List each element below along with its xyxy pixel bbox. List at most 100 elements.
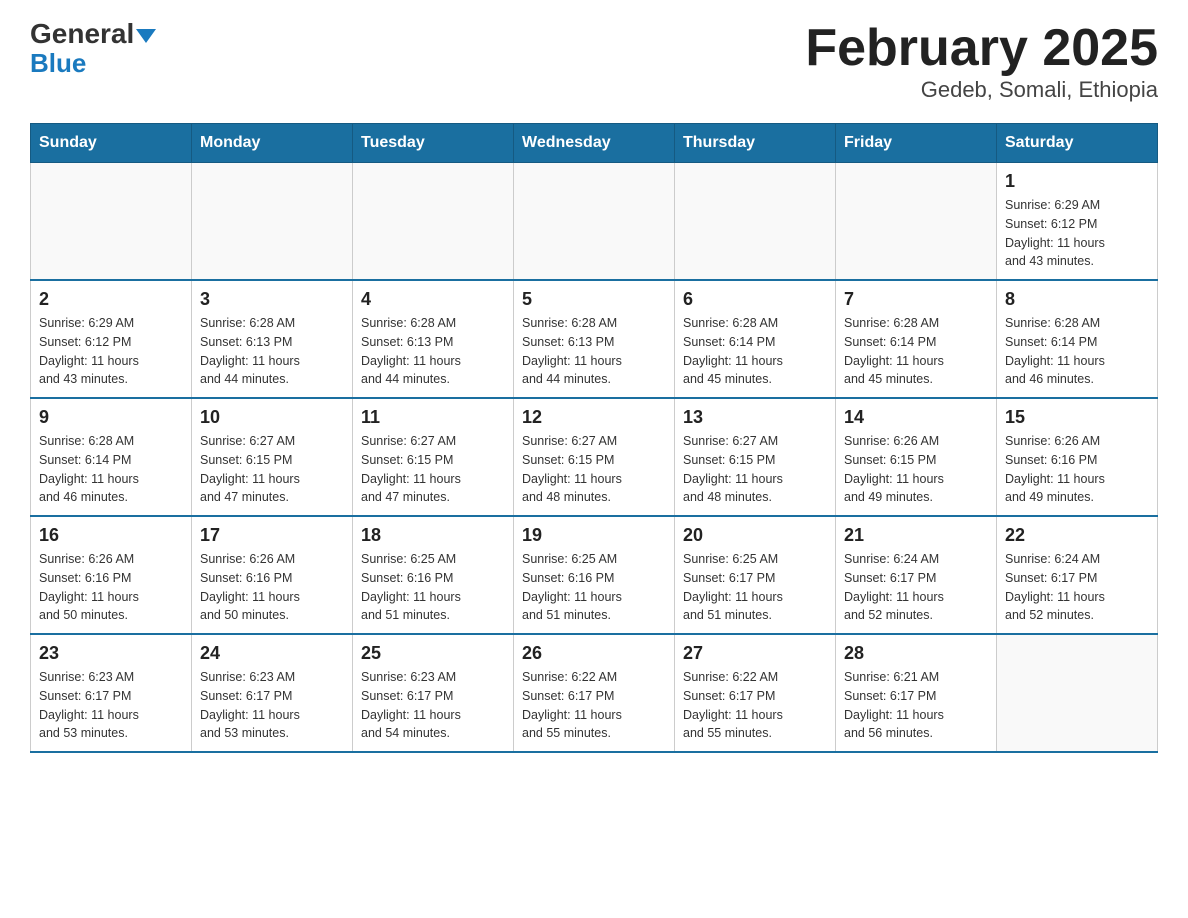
calendar-title: February 2025: [805, 20, 1158, 77]
day-info: Sunrise: 6:26 AMSunset: 6:16 PMDaylight:…: [200, 550, 344, 625]
calendar-cell: [836, 163, 997, 281]
day-number: 25: [361, 643, 505, 664]
day-number: 12: [522, 407, 666, 428]
day-number: 21: [844, 525, 988, 546]
calendar-cell: 16Sunrise: 6:26 AMSunset: 6:16 PMDayligh…: [31, 516, 192, 634]
calendar-cell: 1 Sunrise: 6:29 AMSunset: 6:12 PMDaylight…: [997, 163, 1158, 281]
col-sunday: Sunday: [31, 124, 192, 163]
day-number: 17: [200, 525, 344, 546]
calendar-cell: [31, 163, 192, 281]
col-friday: Friday: [836, 124, 997, 163]
calendar-cell: 5 Sunrise: 6:28 AMSunset: 6:13 PMDaylight…: [514, 280, 675, 398]
day-info: Sunrise: 6:22 AMSunset: 6:17 PMDaylight:…: [683, 668, 827, 743]
calendar-cell: 15Sunrise: 6:26 AMSunset: 6:16 PMDayligh…: [997, 398, 1158, 516]
calendar-cell: 10Sunrise: 6:27 AMSunset: 6:15 PMDayligh…: [192, 398, 353, 516]
day-info: Sunrise: 6:28 AMSunset: 6:13 PMDaylight:…: [200, 314, 344, 389]
day-info: Sunrise: 6:21 AMSunset: 6:17 PMDaylight:…: [844, 668, 988, 743]
day-info: Sunrise: 6:27 AMSunset: 6:15 PMDaylight:…: [683, 432, 827, 507]
day-number: 6: [683, 289, 827, 310]
logo-blue-text: Blue: [30, 48, 86, 78]
day-info: Sunrise: 6:29 AMSunset: 6:12 PMDaylight:…: [1005, 196, 1149, 271]
calendar-cell: 18 Sunrise: 6:25 AMSunset: 6:16 PMDayligh…: [353, 516, 514, 634]
day-number: 11: [361, 407, 505, 428]
calendar-cell: 2Sunrise: 6:29 AMSunset: 6:12 PMDaylight…: [31, 280, 192, 398]
calendar-week-5: 23 Sunrise: 6:23 AMSunset: 6:17 PMDayligh…: [31, 634, 1158, 752]
day-number: 27: [683, 643, 827, 664]
day-number: 5: [522, 289, 666, 310]
calendar-cell: 3 Sunrise: 6:28 AMSunset: 6:13 PMDaylight…: [192, 280, 353, 398]
calendar-cell: 23 Sunrise: 6:23 AMSunset: 6:17 PMDayligh…: [31, 634, 192, 752]
calendar-header: Sunday Monday Tuesday Wednesday Thursday…: [31, 124, 1158, 163]
col-saturday: Saturday: [997, 124, 1158, 163]
header-row: Sunday Monday Tuesday Wednesday Thursday…: [31, 124, 1158, 163]
day-info: Sunrise: 6:26 AMSunset: 6:16 PMDaylight:…: [39, 550, 183, 625]
day-number: 10: [200, 407, 344, 428]
day-number: 2: [39, 289, 183, 310]
day-info: Sunrise: 6:23 AMSunset: 6:17 PMDaylight:…: [200, 668, 344, 743]
calendar-cell: 17 Sunrise: 6:26 AMSunset: 6:16 PMDayligh…: [192, 516, 353, 634]
calendar-cell: 12Sunrise: 6:27 AMSunset: 6:15 PMDayligh…: [514, 398, 675, 516]
day-number: 23: [39, 643, 183, 664]
calendar-cell: 8Sunrise: 6:28 AMSunset: 6:14 PMDaylight…: [997, 280, 1158, 398]
calendar-cell: 19 Sunrise: 6:25 AMSunset: 6:16 PMDayligh…: [514, 516, 675, 634]
calendar-cell: [514, 163, 675, 281]
col-wednesday: Wednesday: [514, 124, 675, 163]
calendar-cell: 6 Sunrise: 6:28 AMSunset: 6:14 PMDaylight…: [675, 280, 836, 398]
day-number: 22: [1005, 525, 1149, 546]
day-info: Sunrise: 6:25 AMSunset: 6:16 PMDaylight:…: [522, 550, 666, 625]
day-info: Sunrise: 6:26 AMSunset: 6:16 PMDaylight:…: [1005, 432, 1149, 507]
calendar-cell: 4 Sunrise: 6:28 AMSunset: 6:13 PMDaylight…: [353, 280, 514, 398]
day-info: Sunrise: 6:23 AMSunset: 6:17 PMDaylight:…: [39, 668, 183, 743]
calendar-table: Sunday Monday Tuesday Wednesday Thursday…: [30, 123, 1158, 753]
day-number: 13: [683, 407, 827, 428]
calendar-cell: 20 Sunrise: 6:25 AMSunset: 6:17 PMDayligh…: [675, 516, 836, 634]
calendar-cell: 24 Sunrise: 6:23 AMSunset: 6:17 PMDayligh…: [192, 634, 353, 752]
day-info: Sunrise: 6:25 AMSunset: 6:16 PMDaylight:…: [361, 550, 505, 625]
logo: General Blue: [30, 20, 156, 79]
calendar-cell: 14 Sunrise: 6:26 AMSunset: 6:15 PMDayligh…: [836, 398, 997, 516]
day-number: 7: [844, 289, 988, 310]
day-info: Sunrise: 6:28 AMSunset: 6:13 PMDaylight:…: [361, 314, 505, 389]
day-info: Sunrise: 6:24 AMSunset: 6:17 PMDaylight:…: [1005, 550, 1149, 625]
calendar-cell: 28 Sunrise: 6:21 AMSunset: 6:17 PMDayligh…: [836, 634, 997, 752]
calendar-cell: 27 Sunrise: 6:22 AMSunset: 6:17 PMDayligh…: [675, 634, 836, 752]
calendar-cell: 25 Sunrise: 6:23 AMSunset: 6:17 PMDayligh…: [353, 634, 514, 752]
day-number: 20: [683, 525, 827, 546]
calendar-week-2: 2Sunrise: 6:29 AMSunset: 6:12 PMDaylight…: [31, 280, 1158, 398]
page-header: General Blue February 2025 Gedeb, Somali…: [30, 20, 1158, 103]
day-number: 24: [200, 643, 344, 664]
day-number: 18: [361, 525, 505, 546]
day-info: Sunrise: 6:27 AMSunset: 6:15 PMDaylight:…: [361, 432, 505, 507]
logo-general-text: General: [30, 20, 156, 48]
calendar-cell: 7 Sunrise: 6:28 AMSunset: 6:14 PMDaylight…: [836, 280, 997, 398]
calendar-week-1: 1 Sunrise: 6:29 AMSunset: 6:12 PMDaylight…: [31, 163, 1158, 281]
calendar-subtitle: Gedeb, Somali, Ethiopia: [805, 77, 1158, 103]
day-info: Sunrise: 6:25 AMSunset: 6:17 PMDaylight:…: [683, 550, 827, 625]
day-info: Sunrise: 6:23 AMSunset: 6:17 PMDaylight:…: [361, 668, 505, 743]
day-info: Sunrise: 6:28 AMSunset: 6:14 PMDaylight:…: [844, 314, 988, 389]
title-section: February 2025 Gedeb, Somali, Ethiopia: [805, 20, 1158, 103]
day-number: 28: [844, 643, 988, 664]
day-info: Sunrise: 6:22 AMSunset: 6:17 PMDaylight:…: [522, 668, 666, 743]
day-info: Sunrise: 6:28 AMSunset: 6:13 PMDaylight:…: [522, 314, 666, 389]
calendar-cell: 11 Sunrise: 6:27 AMSunset: 6:15 PMDayligh…: [353, 398, 514, 516]
calendar-week-4: 16Sunrise: 6:26 AMSunset: 6:16 PMDayligh…: [31, 516, 1158, 634]
calendar-cell: 21 Sunrise: 6:24 AMSunset: 6:17 PMDayligh…: [836, 516, 997, 634]
day-number: 26: [522, 643, 666, 664]
day-number: 3: [200, 289, 344, 310]
col-tuesday: Tuesday: [353, 124, 514, 163]
calendar-cell: [675, 163, 836, 281]
day-number: 4: [361, 289, 505, 310]
day-number: 8: [1005, 289, 1149, 310]
calendar-body: 1 Sunrise: 6:29 AMSunset: 6:12 PMDaylight…: [31, 163, 1158, 753]
day-info: Sunrise: 6:24 AMSunset: 6:17 PMDaylight:…: [844, 550, 988, 625]
calendar-cell: [192, 163, 353, 281]
day-info: Sunrise: 6:28 AMSunset: 6:14 PMDaylight:…: [39, 432, 183, 507]
calendar-cell: 9 Sunrise: 6:28 AMSunset: 6:14 PMDaylight…: [31, 398, 192, 516]
day-number: 9: [39, 407, 183, 428]
day-number: 1: [1005, 171, 1149, 192]
day-number: 19: [522, 525, 666, 546]
day-info: Sunrise: 6:28 AMSunset: 6:14 PMDaylight:…: [683, 314, 827, 389]
day-info: Sunrise: 6:26 AMSunset: 6:15 PMDaylight:…: [844, 432, 988, 507]
day-number: 14: [844, 407, 988, 428]
